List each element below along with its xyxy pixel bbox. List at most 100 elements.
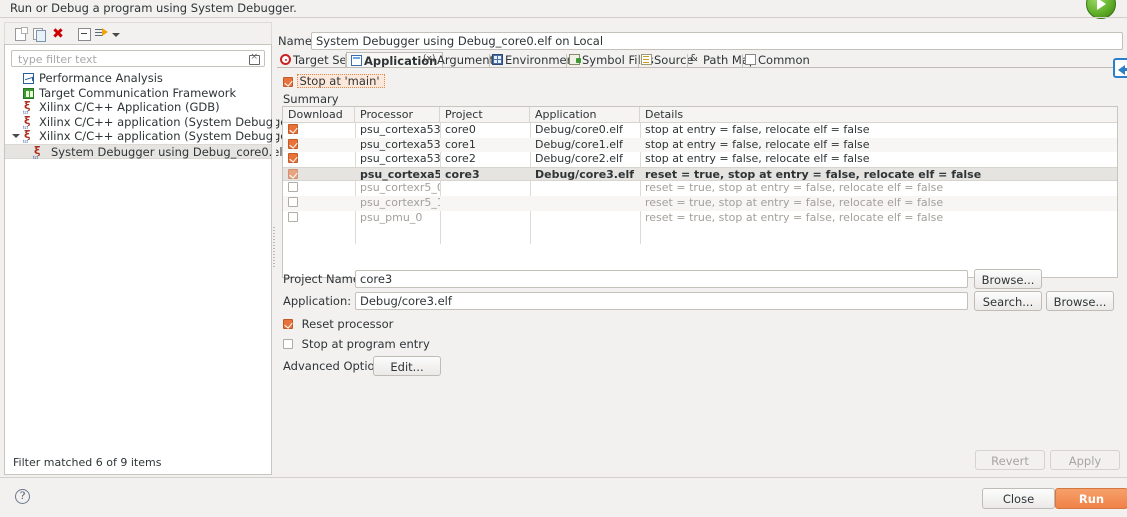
tree-list: Performance Analysis Target Communicatio… — [5, 71, 353, 166]
download-checkbox[interactable] — [288, 153, 298, 164]
download-checkbox[interactable] — [288, 182, 298, 193]
reset-processor-row[interactable]: Reset processor — [283, 317, 393, 331]
download-checkbox[interactable] — [288, 211, 298, 222]
tree-item-xilinx-app-qemu[interactable]: Xilinx C/C++ application (System Debugge… — [5, 114, 353, 136]
project-cell — [440, 196, 530, 211]
project-browse-button[interactable]: Browse... — [974, 269, 1042, 289]
download-cell[interactable] — [283, 196, 355, 211]
reset-processor-checkbox[interactable] — [283, 319, 293, 329]
processor-cell: psu_cortexr5_0 — [360, 181, 440, 195]
project-cell: core3 — [445, 167, 480, 181]
column-header-processor[interactable]: Processor — [355, 107, 440, 123]
close-button[interactable]: Close — [982, 488, 1055, 509]
column-header-application[interactable]: Application — [530, 107, 640, 123]
search-input[interactable] — [16, 52, 241, 66]
collapse-all-icon[interactable] — [77, 27, 91, 41]
tab-label: Common — [758, 53, 810, 67]
download-checkbox[interactable] — [288, 168, 298, 179]
name-row: Name: — [277, 32, 1123, 50]
details-cell: stop at entry = false, relocate elf = fa… — [645, 152, 870, 166]
tree-item-performance-analysis[interactable]: Performance Analysis — [5, 71, 271, 86]
download-checkbox[interactable] — [288, 138, 298, 149]
new-document-icon[interactable] — [13, 27, 28, 41]
application-input[interactable] — [355, 292, 968, 310]
download-checkbox[interactable] — [288, 124, 298, 134]
tab-common[interactable]: Common — [743, 52, 815, 68]
application-search-button[interactable]: Search... — [974, 291, 1042, 311]
table-row[interactable]: psu_cortexr5_0 reset = true, stop at ent… — [283, 181, 1117, 196]
xilinx-app-icon — [23, 128, 34, 150]
revert-button[interactable]: Revert — [975, 450, 1045, 470]
table-row[interactable]: psu_pmu_0 reset = true, stop at entry = … — [283, 211, 1117, 226]
stop-at-program-entry-checkbox[interactable] — [283, 339, 293, 349]
stop-at-main-checkbox[interactable] — [283, 77, 293, 87]
apply-button[interactable]: Apply — [1050, 450, 1120, 470]
filter-icon[interactable] — [95, 27, 109, 41]
column-header-download[interactable]: Download — [283, 107, 355, 123]
application-cell: Debug/core1.elf — [535, 137, 623, 151]
performance-analysis-icon — [23, 73, 34, 84]
download-cell[interactable] — [283, 138, 355, 153]
column-header-project[interactable]: Project — [440, 107, 530, 123]
tree-item-system-debugger-debug-core0[interactable]: System Debugger using Debug_core0.elf on… — [5, 143, 338, 166]
header-description: Run or Debug a program using System Debu… — [10, 1, 297, 15]
download-cell[interactable] — [283, 152, 355, 167]
launch-config-tree: Performance Analysis Target Communicatio… — [4, 44, 353, 475]
panel-splitter[interactable] — [272, 22, 276, 475]
application-browse-button[interactable]: Browse... — [1046, 291, 1114, 311]
table-row[interactable]: psu_cortexa53_0 core0 Debug/core0.elf st… — [283, 123, 1117, 138]
run-button[interactable]: Run — [1055, 488, 1127, 509]
tree-item-label: Xilinx C/C++ application (System Debugge… — [39, 129, 297, 144]
chevron-down-icon[interactable] — [112, 27, 121, 41]
project-name-row: Project Name: Browse... — [277, 269, 1123, 289]
target-setup-icon — [280, 54, 291, 65]
footer-divider — [0, 477, 1127, 478]
project-name-input[interactable] — [355, 270, 968, 288]
tree-item-label: Xilinx C/C++ Application (GDB) — [39, 100, 220, 115]
stop-at-program-entry-label: Stop at program entry — [301, 337, 430, 351]
project-cell: core2 — [445, 152, 476, 166]
application-cell — [530, 196, 640, 211]
xilinx-app-icon — [33, 144, 44, 166]
application-cell — [530, 181, 640, 196]
application-row: Application: Search... Browse... — [277, 291, 1123, 311]
advanced-options-edit-button[interactable]: Edit... — [373, 356, 441, 376]
tree-item-xilinx-app-system-debugger[interactable]: Xilinx C/C++ application (System Debugge… — [5, 128, 297, 150]
back-arrow-icon[interactable] — [1113, 58, 1127, 78]
download-checkbox[interactable] — [288, 196, 298, 207]
application-cell — [530, 211, 640, 226]
tree-toolbar: ✖ — [4, 22, 272, 44]
processor-cell: psu_pmu_0 — [360, 210, 423, 224]
stop-at-program-entry-row[interactable]: Stop at program entry — [283, 337, 430, 351]
help-icon[interactable]: ? — [15, 489, 30, 504]
details-cell: stop at entry = false, relocate elf = fa… — [645, 123, 870, 136]
tree-item-target-communication-framework[interactable]: Target Communication Framework — [5, 86, 271, 101]
environment-icon — [492, 54, 503, 65]
table-row[interactable]: psu_cortexa53_2 core2 Debug/core2.elf st… — [283, 152, 1117, 167]
filter-field-wrapper — [11, 50, 265, 67]
project-cell — [440, 181, 530, 196]
duplicate-icon[interactable] — [32, 27, 46, 42]
application-icon — [351, 55, 362, 66]
header-divider — [0, 17, 1127, 18]
tab-bar-underline — [277, 67, 1122, 68]
details-cell: stop at entry = false, relocate elf = fa… — [645, 137, 870, 151]
table-row[interactable]: psu_cortexa53_1 core1 Debug/core1.elf st… — [283, 137, 1117, 153]
stop-at-main-label: Stop at 'main' — [299, 74, 380, 88]
column-header-details[interactable]: Details — [640, 107, 1117, 123]
stop-at-main-row[interactable]: Stop at 'main' — [283, 74, 385, 89]
delete-x-icon[interactable]: ✖ — [51, 27, 65, 41]
download-cell[interactable] — [283, 168, 355, 183]
application-cell: Debug/core3.elf — [535, 167, 634, 181]
download-cell[interactable] — [283, 181, 355, 196]
xilinx-app-icon — [23, 114, 34, 136]
chevron-down-icon[interactable] — [12, 134, 20, 139]
tree-item-xilinx-app-gdb[interactable]: Xilinx C/C++ Application (GDB) — [5, 99, 271, 121]
table-row[interactable]: psu_cortexr5_1 reset = true, stop at ent… — [283, 195, 1117, 211]
clear-field-icon[interactable] — [248, 51, 260, 65]
table-row-selected[interactable]: psu_cortexa53_3 core3 Debug/core3.elf re… — [283, 166, 1117, 183]
download-cell[interactable] — [283, 211, 355, 226]
arguments-icon — [423, 51, 435, 67]
download-cell[interactable] — [283, 123, 355, 138]
configuration-name-input[interactable] — [311, 32, 1123, 50]
